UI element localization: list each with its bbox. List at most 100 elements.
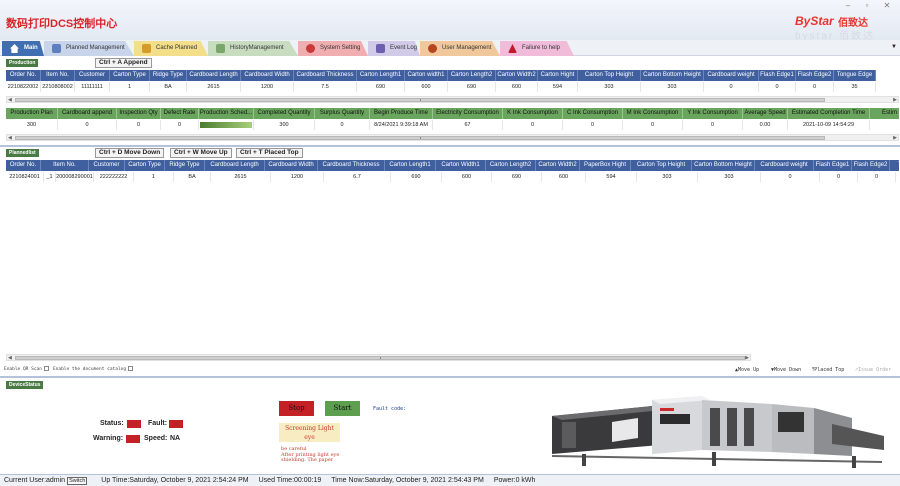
column-header[interactable]: Inspection Qty — [117, 108, 161, 119]
table-cell[interactable]: 0 — [503, 120, 563, 130]
table-cell[interactable]: 600 — [542, 172, 586, 182]
column-header[interactable]: Cardboard Width — [265, 160, 318, 171]
dropdown-arrow-icon[interactable]: ▼ — [891, 44, 897, 50]
column-header[interactable]: Carton Width2 — [536, 160, 580, 171]
column-header[interactable]: Y Ink Consumption — [683, 108, 743, 119]
scroll-right-icon[interactable]: ▶ — [893, 135, 897, 141]
column-header[interactable]: Flash Edge2 — [852, 160, 890, 171]
table-cell[interactable]: 0 — [117, 120, 161, 130]
column-header[interactable]: Customer — [75, 70, 110, 81]
table-cell[interactable]: 0 — [704, 82, 759, 92]
table-cell[interactable]: 6.7 — [324, 172, 391, 182]
scroll-right-icon[interactable]: ▶ — [893, 97, 897, 103]
table-cell[interactable]: 2021-10-09 14:54:29 — [788, 120, 870, 130]
table-cell[interactable]: 0 — [820, 172, 858, 182]
table-cell[interactable]: 2615 — [211, 172, 271, 182]
scroll-right-icon[interactable]: ▶ — [745, 355, 749, 361]
column-header[interactable]: Item No. — [41, 160, 89, 171]
column-header[interactable]: Cardboard Thickness — [318, 160, 385, 171]
column-header[interactable]: Cardboard Width — [241, 70, 294, 81]
production-stats-row[interactable]: 300 0 0 0 300 0 8/24/2021 9:39:18 AM 67 0 0 0 0 0.00… — [6, 120, 899, 130]
column-header[interactable]: Cardboard weight — [704, 70, 759, 81]
table-cell[interactable]: 0 — [683, 120, 743, 130]
table-cell[interactable]: 594 — [586, 172, 637, 182]
column-header[interactable]: Electricity Consumption — [433, 108, 503, 119]
table-cell[interactable]: 67 — [433, 120, 503, 130]
scroll-left-icon[interactable]: ◀ — [8, 355, 12, 361]
table-cell[interactable]: 303 — [698, 172, 761, 182]
column-header[interactable]: Estim — [870, 108, 899, 119]
column-header[interactable]: Order No. — [6, 160, 41, 171]
placed-top-button[interactable]: Ctrl + T Placed Top — [236, 148, 303, 158]
close-button[interactable]: ✕ — [882, 1, 892, 10]
column-header[interactable]: Flash Edge2 — [796, 70, 834, 81]
table-cell[interactable]: 1 — [110, 82, 150, 92]
tab-planned-management[interactable]: Planned Management — [44, 41, 134, 56]
table-cell[interactable]: 300 — [254, 120, 315, 130]
table-cell[interactable]: 1200 — [241, 82, 294, 92]
table-cell[interactable]: 600 — [442, 172, 492, 182]
move-down-button[interactable]: Ctrl + D Move Down — [95, 148, 165, 158]
scrollbar-thumb[interactable] — [15, 136, 825, 140]
column-header[interactable]: PaperBox Hight — [580, 160, 631, 171]
column-header[interactable]: Cardboard Length — [205, 160, 265, 171]
column-header[interactable]: Average Speed — [743, 108, 788, 119]
column-header[interactable]: Item No. — [41, 70, 75, 81]
table-cell[interactable]: 690 — [448, 82, 496, 92]
table-cell[interactable]: 600 — [405, 82, 448, 92]
table-cell[interactable]: 0 — [161, 120, 199, 130]
table-cell[interactable]: 0 — [623, 120, 683, 130]
column-header[interactable]: Order No. — [6, 70, 41, 81]
table-cell[interactable]: _1 — [44, 172, 56, 182]
column-header[interactable]: Ridge Type — [150, 70, 187, 81]
production-data-row[interactable]: 2210822002 2210808002 11111111 1 BA 2615 1200 7… — [6, 82, 876, 92]
tab-failure-to-help[interactable]: Failure to help — [500, 41, 574, 56]
issue-order-action[interactable]: ➚Issue Order — [855, 367, 891, 373]
column-header[interactable]: Carton Top Height — [631, 160, 692, 171]
column-header[interactable]: Surplus Quantity — [315, 108, 370, 119]
column-header[interactable]: Tong — [890, 160, 899, 171]
column-header[interactable]: Carton Hight — [538, 70, 578, 81]
switch-user-button[interactable]: Switch — [67, 476, 88, 485]
table-cell[interactable]: 0 — [759, 82, 796, 92]
table-cell[interactable]: 0 — [858, 172, 896, 182]
column-header[interactable]: Carton Bottom Height — [641, 70, 704, 81]
column-header[interactable]: Carton Width2 — [496, 70, 538, 81]
doc-catalog-checkbox[interactable] — [128, 366, 134, 371]
table-cell[interactable]: 1 — [134, 172, 174, 182]
column-header[interactable]: Defect Rate — [161, 108, 199, 119]
table-cell[interactable]: 0 — [315, 120, 370, 130]
column-header[interactable]: Carton Length2 — [448, 70, 496, 81]
column-header[interactable]: Estimated Completion Time — [788, 108, 870, 119]
column-header[interactable]: Production Sched... — [199, 108, 254, 119]
column-header[interactable]: Customer — [89, 160, 125, 171]
column-header[interactable]: Begin Produce Time — [370, 108, 433, 119]
table-cell[interactable]: 2210822002 — [6, 82, 41, 92]
column-header[interactable]: Cardboard weight — [755, 160, 814, 171]
column-header[interactable]: C Ink Consumption — [563, 108, 623, 119]
table-cell[interactable]: BA — [150, 82, 187, 92]
table-cell[interactable]: 303 — [578, 82, 641, 92]
table-cell[interactable]: 200008290001 — [56, 172, 94, 182]
column-header[interactable]: Carton Bottom Height — [692, 160, 755, 171]
table-cell[interactable]: 303 — [637, 172, 698, 182]
scrollbar-thumb[interactable] — [15, 98, 825, 102]
table-cell[interactable]: BA — [174, 172, 211, 182]
planned-scrollbar[interactable]: ◀ ▶ — [6, 354, 751, 361]
column-header[interactable]: Carton Type — [110, 70, 150, 81]
column-header[interactable]: Cardboard append — [58, 108, 117, 119]
table-cell[interactable]: 2210808002 — [41, 82, 75, 92]
column-header[interactable]: Flash Edge1 — [759, 70, 796, 81]
placed-top-action[interactable]: ⤒Placed Top — [812, 367, 844, 373]
scroll-left-icon[interactable]: ◀ — [8, 135, 12, 141]
table-cell[interactable]: 0 — [563, 120, 623, 130]
table-cell[interactable]: 594 — [538, 82, 578, 92]
column-header[interactable]: Carton Length2 — [486, 160, 536, 171]
column-header[interactable]: M Ink Consumption — [623, 108, 683, 119]
column-header[interactable]: Cardboard Length — [187, 70, 241, 81]
move-up-button[interactable]: Ctrl + W Move Up — [170, 148, 232, 158]
move-down-action[interactable]: ▼Move Down — [771, 367, 801, 373]
table-cell[interactable]: 300 — [6, 120, 58, 130]
table-cell[interactable]: 0.00 — [743, 120, 788, 130]
table-cell[interactable]: 690 — [357, 82, 405, 92]
